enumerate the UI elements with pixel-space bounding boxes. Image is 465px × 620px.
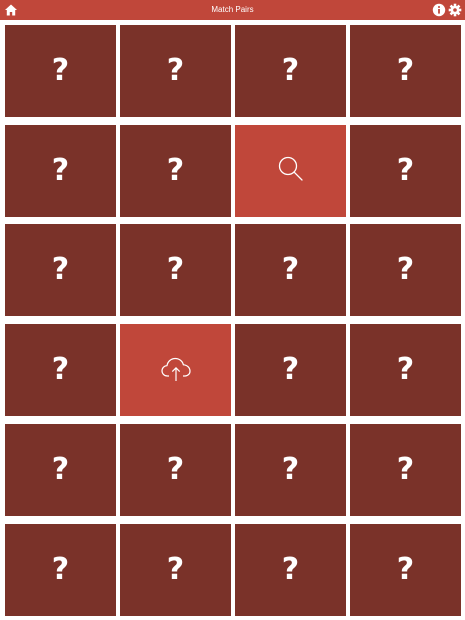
question-mark: ? (281, 252, 300, 287)
hidden-card[interactable]: ? (5, 224, 116, 316)
hidden-card[interactable]: ? (5, 424, 116, 516)
question-mark: ? (166, 153, 185, 188)
hidden-card[interactable]: ? (235, 25, 346, 117)
question-mark: ? (51, 153, 70, 188)
question-mark: ? (281, 352, 300, 387)
hidden-card[interactable]: ? (5, 524, 116, 616)
hidden-card[interactable]: ? (350, 224, 461, 316)
question-mark: ? (166, 452, 185, 487)
question-mark: ? (396, 552, 415, 587)
hidden-card[interactable]: ? (120, 524, 231, 616)
question-mark: ? (396, 452, 415, 487)
cloud-upload-icon (159, 351, 193, 390)
hidden-card[interactable]: ? (120, 424, 231, 516)
question-mark: ? (51, 352, 70, 387)
hidden-card[interactable]: ? (5, 25, 116, 117)
revealed-card[interactable] (235, 125, 346, 217)
hidden-card[interactable]: ? (350, 324, 461, 416)
hidden-card[interactable]: ? (350, 424, 461, 516)
question-mark: ? (281, 552, 300, 587)
question-mark: ? (166, 552, 185, 587)
revealed-card[interactable] (120, 324, 231, 416)
question-mark: ? (281, 53, 300, 88)
question-mark: ? (396, 352, 415, 387)
hidden-card[interactable]: ? (235, 524, 346, 616)
hidden-card[interactable]: ? (350, 25, 461, 117)
question-mark: ? (51, 53, 70, 88)
top-bar: Match Pairs (0, 0, 465, 20)
hidden-card[interactable]: ? (350, 524, 461, 616)
question-mark: ? (281, 452, 300, 487)
hidden-card[interactable]: ? (235, 224, 346, 316)
info-button[interactable] (432, 3, 446, 17)
question-mark: ? (166, 53, 185, 88)
gear-icon (448, 3, 462, 17)
question-mark: ? (396, 252, 415, 287)
card-grid: ?????????????????????? (0, 20, 465, 620)
question-mark: ? (51, 252, 70, 287)
question-mark: ? (51, 452, 70, 487)
hidden-card[interactable]: ? (120, 25, 231, 117)
settings-button[interactable] (448, 3, 462, 17)
hidden-card[interactable]: ? (235, 324, 346, 416)
question-mark: ? (396, 153, 415, 188)
hidden-card[interactable]: ? (235, 424, 346, 516)
hidden-card[interactable]: ? (350, 125, 461, 217)
search-icon (274, 152, 308, 191)
question-mark: ? (51, 552, 70, 587)
hidden-card[interactable]: ? (120, 125, 231, 217)
page-title: Match Pairs (211, 5, 254, 14)
hidden-card[interactable]: ? (120, 224, 231, 316)
question-mark: ? (396, 53, 415, 88)
question-mark: ? (166, 252, 185, 287)
info-icon (432, 3, 446, 17)
hidden-card[interactable]: ? (5, 125, 116, 217)
hidden-card[interactable]: ? (5, 324, 116, 416)
